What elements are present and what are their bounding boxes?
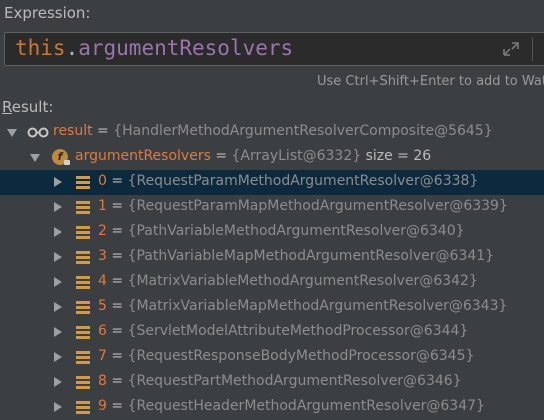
list-item-eq: = (106, 373, 128, 389)
list-item-text: 3 = {PathVariableMapMethodArgumentResolv… (98, 248, 494, 264)
expression-keyword: this (15, 36, 66, 60)
root-text: result = {HandlerMethodArgumentResolverC… (53, 123, 493, 139)
field-eq: = (210, 148, 232, 164)
list-item-text: 2 = {PathVariableMethodArgumentResolver@… (98, 223, 465, 239)
list-item-value: {ServletModelAttributeMethodProcessor@63… (127, 323, 469, 339)
list-item-eq: = (106, 248, 128, 264)
list-item-eq: = (106, 273, 128, 289)
stack-icon (76, 401, 90, 414)
stack-icon (76, 176, 90, 189)
list-item-eq: = (106, 323, 128, 339)
expand-arrow-icon[interactable] (54, 302, 62, 312)
expand-arrow-icon[interactable] (54, 202, 62, 212)
root-eq: = (92, 123, 114, 139)
tree-row-root[interactable]: result = {HandlerMethodArgumentResolverC… (0, 120, 544, 145)
list-item-index: 1 (98, 198, 107, 214)
list-item-index: 5 (98, 298, 107, 314)
root-name: result (53, 123, 93, 139)
field-size: size = 26 (361, 148, 432, 164)
expand-icon[interactable] (500, 39, 522, 59)
expand-arrow-icon[interactable] (54, 177, 62, 187)
stack-icon (76, 326, 90, 339)
list-item-eq: = (106, 173, 128, 189)
list-item[interactable]: 9 = {RequestHeaderMethodArgumentResolver… (0, 395, 544, 420)
list-item-value: {PathVariableMapMethodArgumentResolver@6… (127, 248, 495, 264)
list-item[interactable]: 5 = {MatrixVariableMapMethodArgumentReso… (0, 295, 544, 320)
result-label-rest: esult: (11, 98, 54, 116)
expression-dot: . (65, 36, 79, 60)
expand-arrow-icon[interactable] (54, 402, 62, 412)
glasses-icon (27, 127, 49, 138)
result-label-mnemonic: R (2, 98, 12, 116)
list-item-text: 1 = {RequestParamMapMethodArgumentResolv… (98, 198, 508, 214)
field-name: argumentResolvers (75, 148, 211, 164)
lock-icon (64, 160, 70, 165)
list-item-index: 4 (98, 273, 107, 289)
list-item-value: {RequestPartMethodArgumentResolver@6346} (127, 373, 462, 389)
list-item-value: {RequestResponseBodyMethodProcessor@6345… (127, 348, 475, 364)
list-item-eq: = (106, 398, 128, 414)
list-item-index: 9 (98, 398, 107, 414)
list-item-text: 7 = {RequestResponseBodyMethodProcessor@… (98, 348, 474, 364)
collapse-arrow-icon[interactable] (7, 129, 17, 137)
stack-icon (76, 376, 90, 389)
field-text: argumentResolvers = {ArrayList@6332} siz… (75, 148, 431, 164)
expand-arrow-icon[interactable] (54, 277, 62, 287)
expression-member: argumentResolvers (78, 36, 294, 60)
list-item[interactable]: 2 = {PathVariableMethodArgumentResolver@… (0, 220, 544, 245)
tree-row-field[interactable]: f argumentResolvers = {ArrayList@6332} s… (0, 145, 544, 170)
list-item-text: 6 = {ServletModelAttributeMethodProcesso… (98, 323, 468, 339)
stack-icon (76, 301, 90, 314)
list-item-value: {PathVariableMethodArgumentResolver@6340… (127, 223, 465, 239)
expand-arrow-icon[interactable] (54, 227, 62, 237)
expression-text[interactable]: this.argumentResolvers (15, 36, 293, 60)
stack-icon (76, 226, 90, 239)
list-item-index: 0 (98, 173, 107, 189)
watch-hint: Use Ctrl+Shift+Enter to add to Watc (317, 74, 544, 89)
list-item[interactable]: 3 = {PathVariableMapMethodArgumentResolv… (0, 245, 544, 270)
expand-arrow-icon[interactable] (54, 252, 62, 262)
list-item-index: 8 (98, 373, 107, 389)
root-value: {HandlerMethodArgumentResolverComposite@… (113, 123, 493, 139)
list-item-index: 7 (98, 348, 107, 364)
list-item-index: 6 (98, 323, 107, 339)
list-item-text: 5 = {MatrixVariableMapMethodArgumentReso… (98, 298, 507, 314)
list-item-eq: = (106, 298, 128, 314)
list-item-text: 4 = {MatrixVariableMethodArgumentResolve… (98, 273, 478, 289)
list-item-eq: = (106, 223, 128, 239)
list-item-index: 2 (98, 223, 107, 239)
expand-arrow-icon[interactable] (54, 327, 62, 337)
stack-icon (76, 276, 90, 289)
list-item-eq: = (106, 348, 128, 364)
list-item[interactable]: 7 = {RequestResponseBodyMethodProcessor@… (0, 345, 544, 370)
list-item-text: 8 = {RequestPartMethodArgumentResolver@6… (98, 373, 462, 389)
list-item-value: {RequestParamMethodArgumentResolver@6338… (127, 173, 479, 189)
list-item-value: {MatrixVariableMethodArgumentResolver@63… (127, 273, 478, 289)
list-item[interactable]: 8 = {RequestPartMethodArgumentResolver@6… (0, 370, 544, 395)
stack-icon (76, 351, 90, 364)
collapse-arrow-icon[interactable] (30, 154, 40, 162)
list-item-text: 9 = {RequestHeaderMethodArgumentResolver… (98, 398, 485, 414)
expression-input[interactable]: this.argumentResolvers (4, 32, 544, 66)
list-item[interactable]: 4 = {MatrixVariableMethodArgumentResolve… (0, 270, 544, 295)
list-item[interactable]: 0 = {RequestParamMethodArgumentResolver@… (0, 170, 544, 195)
expression-label: Expression: (4, 4, 91, 22)
result-label: Result: (2, 98, 53, 116)
expression-divider (532, 37, 533, 61)
stack-icon (76, 251, 90, 264)
list-item[interactable]: 1 = {RequestParamMapMethodArgumentResolv… (0, 195, 544, 220)
expand-arrow-icon[interactable] (54, 352, 62, 362)
stack-icon (76, 201, 90, 214)
list-item-index: 3 (98, 248, 107, 264)
list-item[interactable]: 6 = {ServletModelAttributeMethodProcesso… (0, 320, 544, 345)
list-item-value: {RequestParamMapMethodArgumentResolver@6… (127, 198, 508, 214)
list-item-eq: = (106, 198, 128, 214)
expand-arrow-icon[interactable] (54, 377, 62, 387)
list-item-value: {RequestHeaderMethodArgumentResolver@634… (127, 398, 485, 414)
list-item-text: 0 = {RequestParamMethodArgumentResolver@… (98, 173, 478, 189)
list-item-value: {MatrixVariableMapMethodArgumentResolver… (127, 298, 508, 314)
field-value: {ArrayList@6332} (231, 148, 362, 164)
